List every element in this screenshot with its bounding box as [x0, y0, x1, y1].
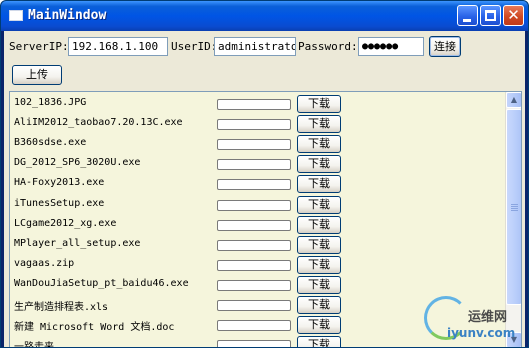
- download-button[interactable]: 下载: [297, 115, 341, 134]
- close-icon: ✕: [507, 6, 520, 24]
- file-row: DG_2012_SP6_3020U.exe 下载: [10, 154, 506, 174]
- file-name: vagaas.zip: [14, 257, 75, 269]
- file-name: AliIM2012_taobao7.20.13C.exe: [14, 117, 183, 129]
- file-name: DG_2012_SP6_3020U.exe: [14, 157, 141, 169]
- minimize-button[interactable]: [457, 5, 478, 26]
- scroll-grip-icon: [511, 206, 518, 207]
- download-button[interactable]: 下载: [297, 215, 341, 234]
- file-row: HA-Foxy2013.exe 下载: [10, 174, 506, 194]
- close-button[interactable]: ✕: [503, 5, 524, 26]
- download-progress-bar: [217, 259, 291, 271]
- file-name: iTunesSetup.exe: [14, 197, 105, 209]
- file-row: iTunesSetup.exe 下载: [10, 195, 506, 215]
- scroll-up-arrow-icon: ▲: [510, 95, 518, 104]
- download-progress-bar: [217, 179, 291, 191]
- download-progress-bar: [217, 320, 291, 332]
- file-name: HA-Foxy2013.exe: [14, 177, 105, 189]
- maximize-icon: [485, 10, 496, 21]
- main-window: MainWindow ✕ ServerIP: 192.168.1.100 Use…: [0, 0, 529, 348]
- scroll-grip-icon: [511, 208, 518, 209]
- download-progress-bar: [217, 300, 291, 311]
- file-name: B360sdse.exe: [14, 137, 87, 149]
- upload-button[interactable]: 上传: [12, 65, 62, 85]
- download-button[interactable]: 下载: [297, 235, 341, 254]
- minimize-icon: [463, 19, 471, 22]
- window-icon: [9, 10, 23, 21]
- download-button[interactable]: 下载: [297, 336, 341, 347]
- user-id-input[interactable]: administrato: [214, 37, 296, 56]
- server-ip-input[interactable]: 192.168.1.100: [68, 37, 168, 56]
- file-name: MPlayer_all_setup.exe: [14, 237, 141, 249]
- file-name: 102_1836.JPG: [14, 97, 87, 108]
- download-button[interactable]: 下载: [297, 135, 341, 154]
- download-button[interactable]: 下载: [297, 195, 341, 214]
- file-row: AliIM2012_taobao7.20.13C.exe 下载: [10, 114, 506, 134]
- file-name: WanDouJiaSetup_pt_baidu46.exe: [14, 277, 189, 289]
- file-row: 102_1836.JPG 下载: [10, 94, 506, 114]
- file-name: 一路走来...: [14, 342, 73, 348]
- file-row: LCgame2012_xg.exe 下载: [10, 215, 506, 235]
- scroll-grip-icon: [511, 210, 518, 211]
- connect-button[interactable]: 连接: [429, 36, 461, 57]
- download-progress-bar: [217, 199, 291, 211]
- file-row: vagaas.zip 下载: [10, 255, 506, 275]
- window-title: MainWindow: [28, 8, 107, 23]
- download-progress-bar: [217, 139, 291, 151]
- download-progress-bar: [217, 219, 291, 231]
- password-input[interactable]: ●●●●●●: [358, 37, 424, 56]
- file-row: B360sdse.exe 下载: [10, 134, 506, 154]
- file-row: WanDouJiaSetup_pt_baidu46.exe 下载: [10, 275, 506, 295]
- file-name: LCgame2012_xg.exe: [14, 217, 117, 229]
- server-ip-label: ServerIP:: [9, 40, 69, 53]
- download-button[interactable]: 下载: [297, 296, 341, 314]
- download-progress-bar: [217, 239, 291, 251]
- title-bar[interactable]: MainWindow ✕: [1, 1, 528, 31]
- password-label: Password:: [298, 40, 358, 53]
- file-row: 一路走来... 下载: [10, 335, 506, 348]
- download-button[interactable]: 下载: [297, 275, 341, 294]
- download-button[interactable]: 下载: [297, 175, 341, 194]
- scroll-grip-icon: [511, 204, 518, 205]
- scroll-up-button[interactable]: ▲: [506, 92, 521, 108]
- vertical-scrollbar[interactable]: ▲ ▼: [505, 92, 521, 347]
- file-row: MPlayer_all_setup.exe 下载: [10, 235, 506, 255]
- download-progress-bar: [217, 99, 291, 110]
- file-name: 新建 Microsoft Word 文档.doc: [14, 322, 175, 334]
- download-progress-bar: [217, 119, 291, 131]
- maximize-button[interactable]: [480, 5, 501, 26]
- watermark-url: iyunv.com: [447, 326, 516, 340]
- download-button[interactable]: 下载: [297, 155, 341, 174]
- download-progress-bar: [217, 159, 291, 171]
- download-progress-bar: [217, 279, 291, 291]
- download-button[interactable]: 下载: [297, 95, 341, 113]
- watermark-text: 运维网: [468, 310, 508, 325]
- download-button[interactable]: 下载: [297, 316, 341, 335]
- file-name: 生产制造排程表.xls: [14, 302, 109, 313]
- download-button[interactable]: 下载: [297, 255, 341, 274]
- user-id-label: UserID:: [171, 40, 218, 53]
- scroll-thumb[interactable]: [506, 109, 521, 305]
- download-progress-bar: [217, 340, 291, 347]
